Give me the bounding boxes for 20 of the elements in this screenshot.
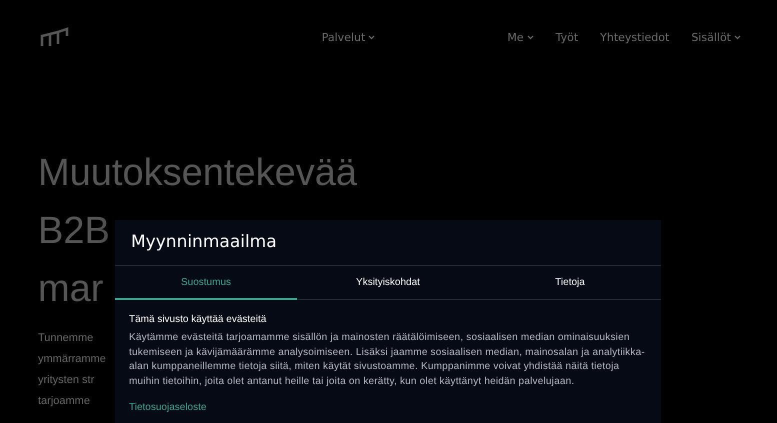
dialog-tab[interactable]: Tietoja [479, 266, 661, 300]
nav-link[interactable]: Sisällöt [691, 30, 741, 44]
hero-text: Tunnemme [38, 331, 94, 346]
hero-text: yritysten str [38, 373, 94, 388]
nav-link[interactable]: Yhteystiedot [600, 30, 670, 44]
privacy-policy-link[interactable]: Tietosuojaseloste [129, 402, 206, 413]
consent-text: Käytämme evästeitä tarjoamamme sisällön ja mainosten räätälöimiseen, sosiaalisen median ominaisuuksien tukemiseen ja kävijämäärämme analysoimiseen. Lisäksi jaamme sosiaalisen median, mainosalan ja analytiikka-alan kumppaneillemme tietoja siitä, miten käytät sivustoamme. Kumppanimme voivat yhdistää näitä tietoja muihin tietoihin, joita olet antanut heille tai joita on kerätty, kun olet käyttänyt heidän palvelujaan. [129, 331, 646, 388]
logo-icon[interactable] [40, 26, 70, 48]
dialog-tab[interactable]: Yksityiskohdat [297, 266, 479, 300]
hero-text: ymmärramme [38, 352, 106, 367]
hero-title: mar [38, 267, 104, 312]
consent-heading: Tämä sivusto käyttää evästeitä [129, 314, 268, 325]
nav-link[interactable]: Me [507, 30, 534, 44]
dialog-title: Myynninmaailma [115, 220, 661, 266]
hero-title: Muutoksentekevää [38, 151, 357, 196]
hero-text: tarjoamme [38, 394, 90, 409]
nav-link[interactable]: Palvelut [322, 30, 376, 44]
dialog-tab[interactable]: Suostumus [115, 266, 297, 300]
hero-title: B2B [38, 209, 110, 254]
nav-link[interactable]: Työt [556, 30, 578, 44]
